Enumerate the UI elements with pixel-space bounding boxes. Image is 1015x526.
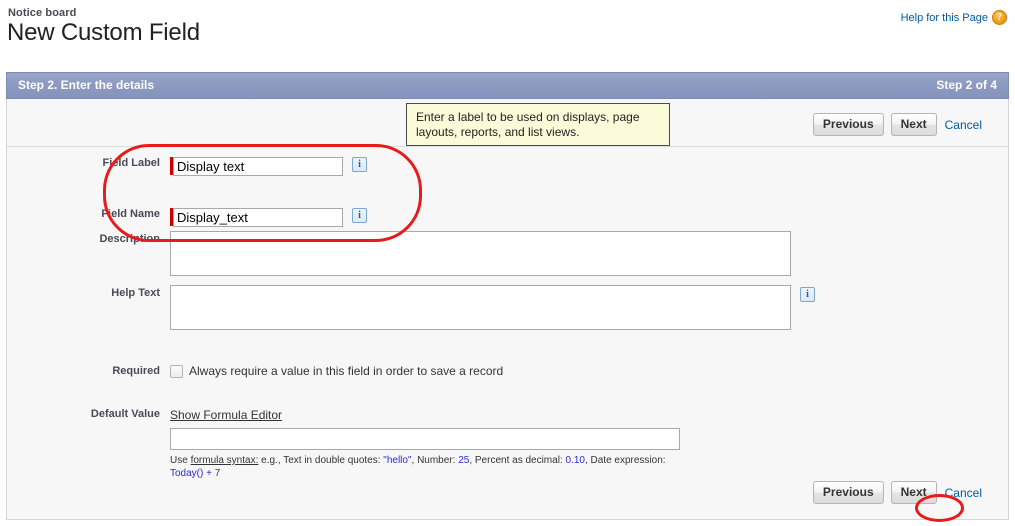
question-mark-icon[interactable]: ?: [992, 10, 1007, 25]
default-value-content: Show Formula Editor Use formula syntax: …: [170, 408, 680, 480]
page-title: New Custom Field: [7, 19, 200, 46]
hint-mid2: , Number:: [411, 455, 459, 466]
hint-mid3: , Percent as decimal:: [469, 455, 566, 466]
top-divider: [7, 146, 1008, 147]
help-link-label[interactable]: Help for this Page: [901, 12, 988, 24]
breadcrumb: Notice board: [8, 7, 77, 19]
field-name-row: Field Name i: [7, 208, 367, 227]
help-text-caption: Help Text: [111, 287, 160, 299]
hint-literal-number: 25: [458, 455, 470, 466]
hint-mid4: , Date expression:: [584, 455, 666, 466]
hint-mid1: e.g., Text in double quotes:: [258, 455, 384, 466]
form-panel: Previous Next Cancel Field Label i Field…: [6, 99, 1009, 520]
field-name-input[interactable]: [173, 208, 343, 227]
description-textarea[interactable]: [170, 231, 791, 276]
help-for-this-page[interactable]: Help for this Page ?: [901, 10, 1007, 25]
required-checkbox-label: Always require a value in this field in …: [189, 364, 504, 378]
step-counter: Step 2 of 4: [936, 78, 997, 92]
formula-syntax-link[interactable]: formula syntax:: [191, 455, 259, 466]
default-value-row: Default Value Show Formula Editor Use fo…: [7, 408, 680, 480]
hint-literal-percent: 0.10: [565, 455, 585, 466]
show-formula-editor-link[interactable]: Show Formula Editor: [170, 408, 680, 422]
previous-button-top[interactable]: Previous: [812, 113, 884, 136]
hint-literal-hello: "hello": [383, 455, 412, 466]
next-button-top[interactable]: Next: [890, 113, 937, 136]
required-checkbox[interactable]: [170, 364, 183, 378]
field-label-caption: Field Label: [102, 157, 160, 169]
top-button-row: Previous Next Cancel: [812, 113, 982, 136]
description-caption: Description: [99, 233, 160, 245]
page-header: Notice board New Custom Field Help for t…: [0, 0, 1015, 68]
cancel-link-bottom[interactable]: Cancel: [945, 486, 982, 500]
field-name-caption: Field Name: [101, 208, 160, 220]
field-label-info-icon[interactable]: i: [352, 157, 367, 172]
required-caption: Required: [112, 365, 160, 377]
hint-literal-date: Today() + 7: [170, 468, 221, 479]
default-value-input[interactable]: [170, 428, 680, 450]
next-button-bottom[interactable]: Next: [890, 481, 937, 504]
cancel-link-top[interactable]: Cancel: [945, 118, 982, 132]
formula-hint: Use formula syntax: e.g., Text in double…: [170, 454, 675, 480]
step-title: Step 2. Enter the details: [18, 78, 155, 92]
help-text-textarea[interactable]: [170, 285, 791, 330]
bottom-button-row: Previous Next Cancel: [812, 481, 982, 504]
field-label-input[interactable]: [173, 157, 343, 176]
help-text-row: Help Text i: [7, 285, 815, 330]
default-value-caption: Default Value: [90, 408, 160, 420]
hint-prefix: Use: [170, 455, 191, 466]
required-row: Required Always require a value in this …: [7, 364, 503, 378]
description-row: Description: [7, 231, 791, 276]
step-header-bar: Step 2. Enter the details Step 2 of 4: [6, 72, 1009, 99]
field-name-info-icon[interactable]: i: [352, 208, 367, 223]
field-label-tooltip: Enter a label to be used on displays, pa…: [406, 103, 670, 146]
previous-button-bottom[interactable]: Previous: [812, 481, 884, 504]
field-label-row: Field Label i: [7, 157, 367, 176]
help-text-info-icon[interactable]: i: [800, 287, 815, 302]
